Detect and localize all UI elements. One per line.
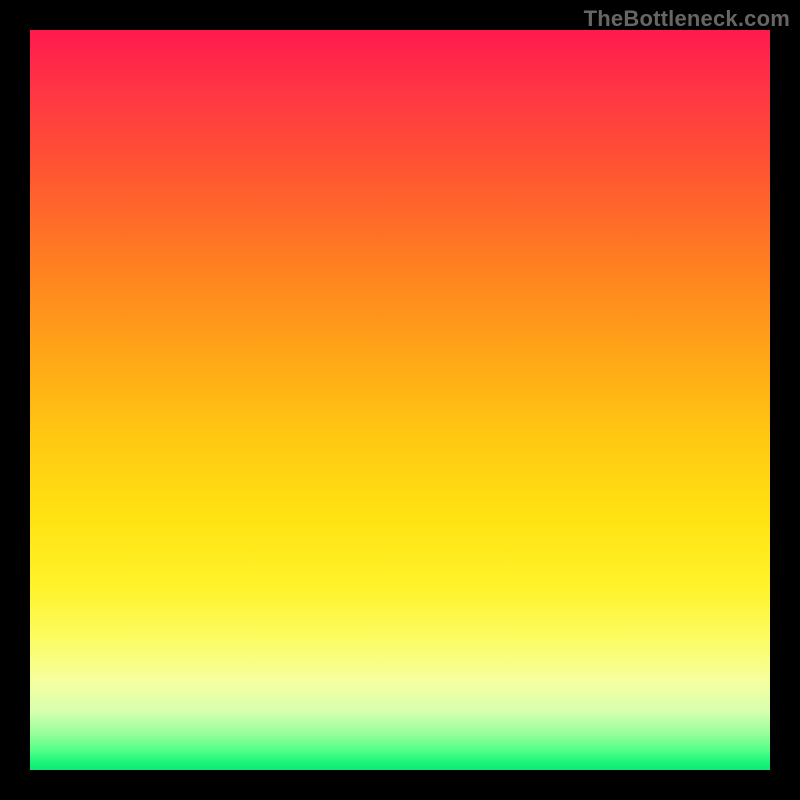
chart-frame: TheBottleneck.com — [0, 0, 800, 800]
heat-gradient-background — [30, 30, 770, 770]
plot-area — [30, 30, 770, 770]
watermark-text: TheBottleneck.com — [584, 6, 790, 32]
